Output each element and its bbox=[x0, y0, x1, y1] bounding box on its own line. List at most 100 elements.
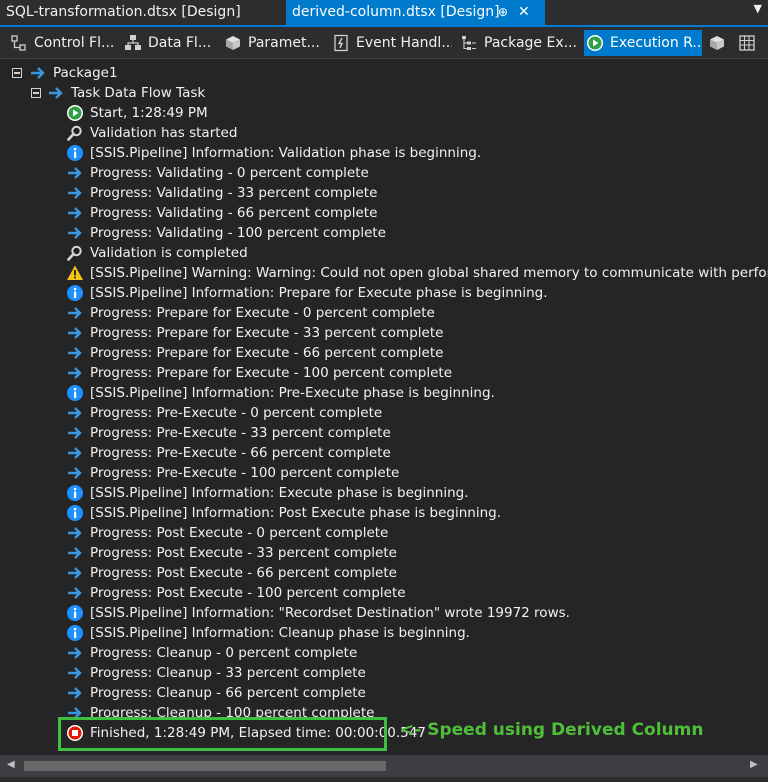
parameters-icon bbox=[226, 36, 240, 50]
message-text: [SSIS.Pipeline] Warning: Warning: Could … bbox=[90, 265, 768, 281]
arrow-right-icon bbox=[68, 327, 82, 339]
message-text: [SSIS.Pipeline] Information: Cleanup pha… bbox=[90, 625, 470, 641]
collapse-task-toggle[interactable] bbox=[31, 88, 41, 98]
message-text: [SSIS.Pipeline] Information: "Recordset … bbox=[90, 605, 570, 621]
tree-node-label: Task Data Flow Task bbox=[71, 85, 206, 101]
execution-results-tree[interactable]: Package1 Task Data Flow Task Start, 1:28… bbox=[0, 60, 768, 755]
tab-parameters[interactable]: Paramet... bbox=[222, 30, 324, 56]
grid-icon bbox=[739, 35, 755, 51]
tab-label: Control Fl... bbox=[34, 35, 115, 51]
arrow-right-icon bbox=[68, 547, 82, 559]
arrow-right-icon bbox=[49, 87, 63, 99]
arrow-right-icon bbox=[68, 527, 82, 539]
tab-label: derived-column.dtsx [Design] bbox=[292, 4, 500, 20]
arrow-right-icon bbox=[31, 67, 45, 79]
message-text: Progress: Pre-Execute - 33 percent compl… bbox=[90, 425, 391, 441]
tab-execution-results[interactable]: Execution R... bbox=[584, 30, 702, 56]
warning-icon bbox=[67, 265, 83, 280]
control-flow-icon bbox=[11, 35, 26, 51]
message-text: [SSIS.Pipeline] Information: Pre-Execute… bbox=[90, 385, 495, 401]
arrow-right-icon bbox=[68, 207, 82, 219]
message-text: Progress: Prepare for Execute - 100 perc… bbox=[90, 365, 453, 381]
start-icon bbox=[67, 105, 83, 121]
horizontal-scrollbar[interactable]: ◀ ▶ bbox=[0, 755, 768, 777]
message-text: Progress: Validating - 33 percent comple… bbox=[90, 185, 378, 201]
scroll-left-icon[interactable]: ◀ bbox=[7, 759, 15, 770]
tab-label: Execution R... bbox=[610, 35, 702, 51]
arrow-right-icon bbox=[68, 407, 82, 419]
message-text: [SSIS.Pipeline] Information: Prepare for… bbox=[90, 285, 548, 301]
tree-node-label: Package1 bbox=[53, 65, 118, 81]
info-icon bbox=[67, 485, 83, 501]
pin-icon[interactable]: ⊕ bbox=[498, 0, 508, 25]
dropdown-icon[interactable]: ▼ bbox=[754, 2, 762, 15]
message-text: Validation has started bbox=[90, 125, 238, 141]
message-text: Progress: Post Execute - 100 percent com… bbox=[90, 585, 406, 601]
data-flow-icon bbox=[125, 35, 141, 50]
tab-data-flow[interactable]: Data Fl... bbox=[122, 30, 220, 56]
info-icon bbox=[67, 285, 83, 301]
message-text: Progress: Validating - 66 percent comple… bbox=[90, 205, 378, 221]
message-text: [SSIS.Pipeline] Information: Execute pha… bbox=[90, 485, 469, 501]
highlight-box bbox=[58, 717, 387, 751]
arrow-right-icon bbox=[68, 467, 82, 479]
tab-derived-column[interactable]: derived-column.dtsx [Design] ⊕ ✕ bbox=[286, 0, 545, 25]
arrow-right-icon bbox=[68, 227, 82, 239]
tab-control-flow[interactable]: Control Fl... bbox=[8, 30, 118, 56]
message-text: Progress: Cleanup - 66 percent complete bbox=[90, 685, 366, 701]
scrollbar-thumb[interactable] bbox=[24, 761, 386, 771]
message-text: Progress: Validating - 100 percent compl… bbox=[90, 225, 386, 241]
close-icon[interactable]: ✕ bbox=[518, 0, 530, 25]
magnifier-icon bbox=[67, 245, 82, 261]
arrow-right-icon bbox=[68, 187, 82, 199]
message-text: Progress: Prepare for Execute - 0 percen… bbox=[90, 305, 435, 321]
collapse-package-toggle[interactable] bbox=[12, 68, 22, 78]
tab-package-explorer[interactable]: Package Ex... bbox=[458, 30, 578, 56]
arrow-right-icon bbox=[68, 167, 82, 179]
message-text: [SSIS.Pipeline] Information: Post Execut… bbox=[90, 505, 502, 521]
message-text: Progress: Post Execute - 33 percent comp… bbox=[90, 545, 397, 561]
bottom-edge bbox=[0, 777, 768, 782]
arrow-right-icon bbox=[68, 587, 82, 599]
message-text: Progress: Cleanup - 33 percent complete bbox=[90, 665, 366, 681]
tab-label: Package Ex... bbox=[484, 35, 577, 51]
info-icon bbox=[67, 605, 83, 621]
tab-connection-managers[interactable] bbox=[706, 30, 730, 56]
tab-label: SQL-transformation.dtsx [Design] bbox=[6, 4, 241, 20]
info-icon bbox=[67, 505, 83, 521]
message-text: Progress: Pre-Execute - 66 percent compl… bbox=[90, 445, 391, 461]
arrow-right-icon bbox=[68, 427, 82, 439]
message-text: Progress: Pre-Execute - 100 percent comp… bbox=[90, 465, 400, 481]
tab-label: Data Fl... bbox=[148, 35, 212, 51]
box-icon bbox=[710, 36, 724, 50]
speed-annotation: <- Speed using Derived Column bbox=[400, 720, 704, 740]
arrow-right-icon bbox=[68, 347, 82, 359]
document-tab-strip: SQL-transformation.dtsx [Design] derived… bbox=[0, 0, 768, 27]
execution-results-icon bbox=[587, 35, 603, 51]
package-explorer-icon bbox=[462, 36, 476, 50]
tab-sql-transformation[interactable]: SQL-transformation.dtsx [Design] bbox=[0, 0, 283, 25]
arrow-right-icon bbox=[68, 307, 82, 319]
info-icon bbox=[67, 385, 83, 401]
message-text: Progress: Validating - 0 percent complet… bbox=[90, 165, 369, 181]
message-text: Progress: Post Execute - 66 percent comp… bbox=[90, 565, 397, 581]
message-text: Progress: Prepare for Execute - 66 perce… bbox=[90, 345, 444, 361]
message-text: Progress: Cleanup - 0 percent complete bbox=[90, 645, 358, 661]
message-text: Start, 1:28:49 PM bbox=[90, 105, 208, 121]
designer-tabs: Control Fl... Data Fl... Paramet... Even… bbox=[0, 27, 768, 59]
message-text: Progress: Pre-Execute - 0 percent comple… bbox=[90, 405, 383, 421]
tab-label: Event Handl... bbox=[356, 35, 452, 51]
message-text: Progress: Prepare for Execute - 33 perce… bbox=[90, 325, 444, 341]
tab-grid-view[interactable] bbox=[736, 30, 760, 56]
message-text: [SSIS.Pipeline] Information: Validation … bbox=[90, 145, 482, 161]
arrow-right-icon bbox=[68, 567, 82, 579]
arrow-right-icon bbox=[68, 667, 82, 679]
event-handlers-icon bbox=[334, 34, 348, 52]
arrow-right-icon bbox=[68, 687, 82, 699]
message-text: Validation is completed bbox=[90, 245, 248, 261]
info-icon bbox=[67, 625, 83, 641]
arrow-right-icon bbox=[68, 447, 82, 459]
scroll-right-icon[interactable]: ▶ bbox=[750, 759, 758, 770]
tab-label: Paramet... bbox=[248, 35, 320, 51]
tab-event-handlers[interactable]: Event Handl... bbox=[330, 30, 452, 56]
